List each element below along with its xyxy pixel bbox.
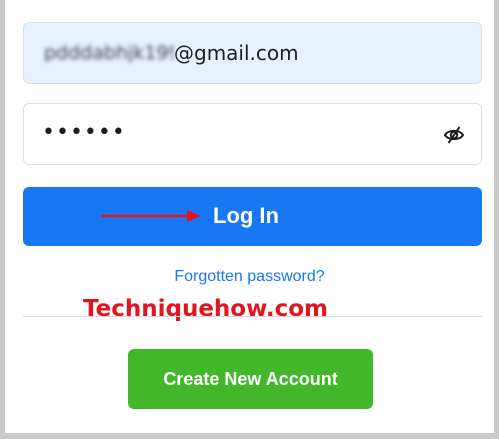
email-field[interactable]: pdddabhjk199 @gmail.com bbox=[23, 22, 482, 84]
create-new-account-button[interactable]: Create New Account bbox=[128, 349, 373, 409]
email-redacted-text: pdddabhjk199 bbox=[44, 42, 174, 62]
login-button-label: Log In bbox=[213, 203, 279, 228]
login-card: pdddabhjk199 @gmail.com •••••• Log In Fo… bbox=[5, 0, 494, 433]
forgot-password-link[interactable]: Forgotten password? bbox=[5, 268, 494, 286]
red-arrow-icon bbox=[101, 210, 201, 222]
password-field[interactable]: •••••• bbox=[23, 103, 482, 165]
watermark-text: Techniquehow.com bbox=[83, 296, 329, 322]
login-button[interactable]: Log In bbox=[23, 187, 482, 246]
eye-slash-icon[interactable] bbox=[443, 124, 465, 146]
email-domain-text: @gmail.com bbox=[174, 41, 299, 65]
password-masked-text: •••••• bbox=[42, 120, 126, 145]
divider bbox=[23, 316, 482, 317]
